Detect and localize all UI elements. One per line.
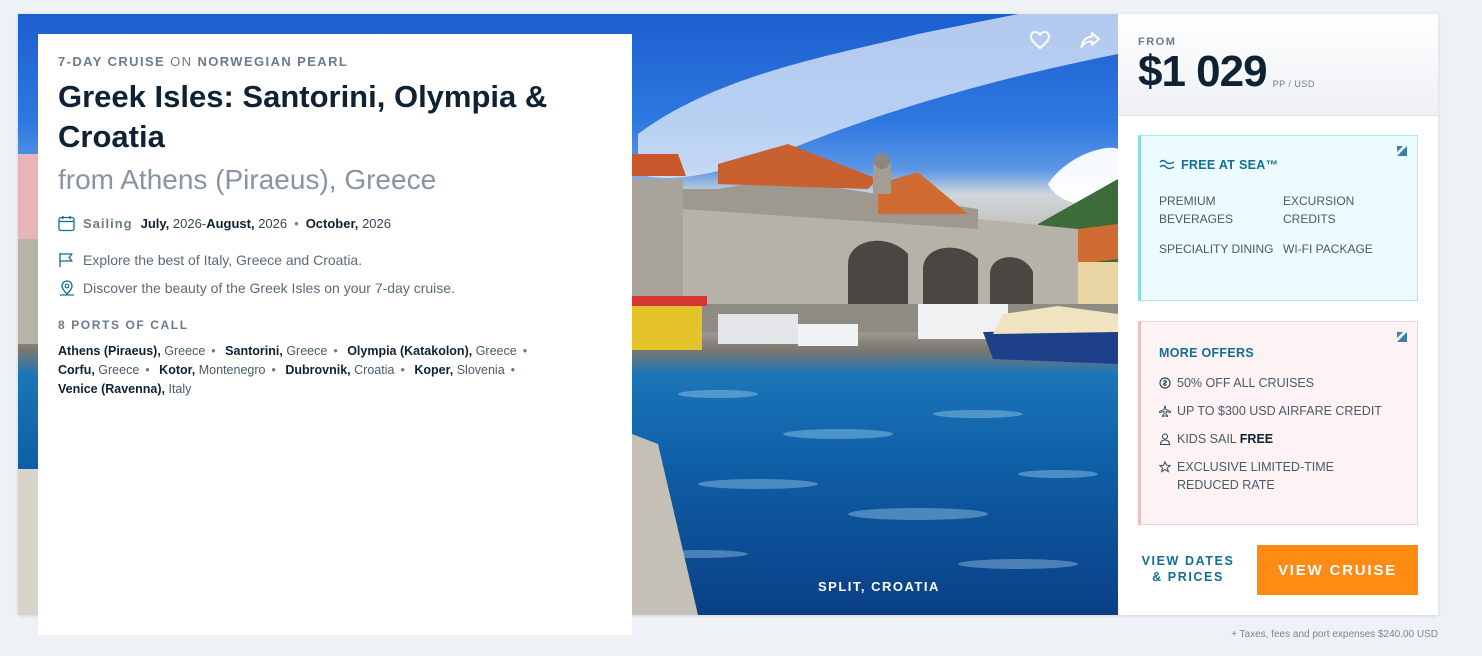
free-at-sea-list: PREMIUM BEVERAGES EXCURSION CREDITS SPEC… <box>1159 192 1399 258</box>
port-item: Corfu, Greece <box>58 363 140 377</box>
ports-of-call-title: 8 PORTS OF CALL <box>58 318 189 332</box>
price-unit: PP / USD <box>1272 79 1315 89</box>
offer-bold: FREE <box>1239 432 1274 446</box>
offers-list: 50% OFF ALL CRUISES UP TO $300 USD AIRFA… <box>1159 374 1399 494</box>
offer-item: UP TO $300 USD AIRFARE CREDIT <box>1159 402 1399 420</box>
sailing-month: July, <box>140 216 170 231</box>
port-item: Dubrovnik, Croatia <box>285 363 395 377</box>
highlight-line: Discover the beauty of the Greek Isles o… <box>58 280 612 296</box>
flag-icon <box>59 253 73 267</box>
offer-item: 50% OFF ALL CRUISES <box>1159 374 1399 392</box>
share-icon[interactable] <box>1078 28 1104 54</box>
free-item: EXCURSION CREDITS <box>1283 194 1355 226</box>
cruise-departure: from Athens (Piraeus), Greece <box>58 164 437 195</box>
price-amount: $1 029 <box>1138 47 1268 96</box>
plane-icon <box>1159 405 1171 417</box>
calendar-icon <box>58 216 75 232</box>
sailing-year: 2026 <box>362 216 391 231</box>
heart-icon[interactable] <box>1028 28 1054 54</box>
free-item: WI-FI PACKAGE <box>1283 242 1373 256</box>
offer-item: KIDS SAIL FREE <box>1159 430 1399 448</box>
port-item: Kotor, Montenegro <box>159 363 266 377</box>
view-cruise-button[interactable]: VIEW CRUISE <box>1257 545 1418 595</box>
view-dates-line1: VIEW DATES <box>1141 554 1235 568</box>
cruise-info-panel: 7-DAY CRUISE ON NORWEGIAN PEARL Greek Is… <box>38 34 632 635</box>
view-dates-line2: & PRICES <box>1152 570 1224 584</box>
person-icon <box>1159 433 1171 445</box>
taxes-note: + Taxes, fees and port expenses $240.00 … <box>1231 629 1438 640</box>
sailing-label: Sailing <box>83 216 133 231</box>
more-offers-box: MORE OFFERS 50% OFF ALL CRUISES UP TO $3… <box>1138 321 1418 525</box>
sailing-month: August, <box>206 216 255 231</box>
highlight-text: Explore the best of Italy, Greece and Cr… <box>83 252 363 268</box>
percent-icon <box>1159 377 1171 389</box>
pricing-panel: FROM $1 029 PP / USD FREE AT SEA™ PREMIU… <box>1118 14 1438 615</box>
photo-caption: SPLIT, CROATIA <box>818 579 940 594</box>
map-pin-icon <box>60 280 74 296</box>
highlight-line: Explore the best of Italy, Greece and Cr… <box>58 252 612 268</box>
expand-corner-icon[interactable] <box>1397 146 1407 156</box>
sailing-month: October, <box>305 216 359 231</box>
ship-name: NORWEGIAN PEARL <box>197 54 349 69</box>
more-offers-title: MORE OFFERS <box>1159 346 1254 360</box>
eyebrow-on: ON <box>170 54 193 69</box>
offer-text: KIDS SAIL <box>1177 432 1237 446</box>
free-item: SPECIALITY DINING <box>1159 242 1274 256</box>
port-item: Venice (Ravenna), Italy <box>58 382 192 396</box>
price-header: FROM $1 029 PP / USD <box>1118 14 1438 116</box>
expand-corner-icon[interactable] <box>1397 332 1407 342</box>
waves-icon <box>1159 159 1175 170</box>
free-at-sea-title: FREE AT SEA™ <box>1159 158 1399 172</box>
cruise-duration: 7-DAY CRUISE <box>58 54 166 69</box>
view-dates-link[interactable]: VIEW DATES & PRICES <box>1138 553 1238 585</box>
ports-list: Athens (Piraeus), Greece • Santorini, Gre… <box>58 344 528 396</box>
cruise-title[interactable]: Greek Isles: Santorini, Olympia & Croati… <box>58 77 612 157</box>
sailing-year: 2026 <box>258 216 288 231</box>
highlight-text: Discover the beauty of the Greek Isles o… <box>83 280 455 296</box>
separator-dot: • <box>294 216 299 231</box>
port-item: Athens (Piraeus), Greece <box>58 344 206 358</box>
port-item: Santorini, Greece <box>225 344 328 358</box>
sailing-year: 2026 <box>172 216 202 231</box>
port-item: Koper, Slovenia <box>414 363 505 377</box>
offer-item: EXCLUSIVE LIMITED-TIME REDUCED RATE <box>1159 458 1399 494</box>
free-item: PREMIUM BEVERAGES <box>1159 194 1234 226</box>
cruise-eyebrow: 7-DAY CRUISE ON NORWEGIAN PEARL <box>58 54 612 69</box>
star-icon <box>1159 461 1171 473</box>
sailing-dates: Sailing July, 2026- August, 2026 • Octobe… <box>58 215 612 232</box>
price: $1 029 PP / USD <box>1138 49 1418 95</box>
free-at-sea-title-text: FREE AT SEA™ <box>1181 158 1279 172</box>
port-item: Olympia (Katakolon), Greece <box>347 344 517 358</box>
free-at-sea-box: FREE AT SEA™ PREMIUM BEVERAGES EXCURSION… <box>1138 135 1418 301</box>
